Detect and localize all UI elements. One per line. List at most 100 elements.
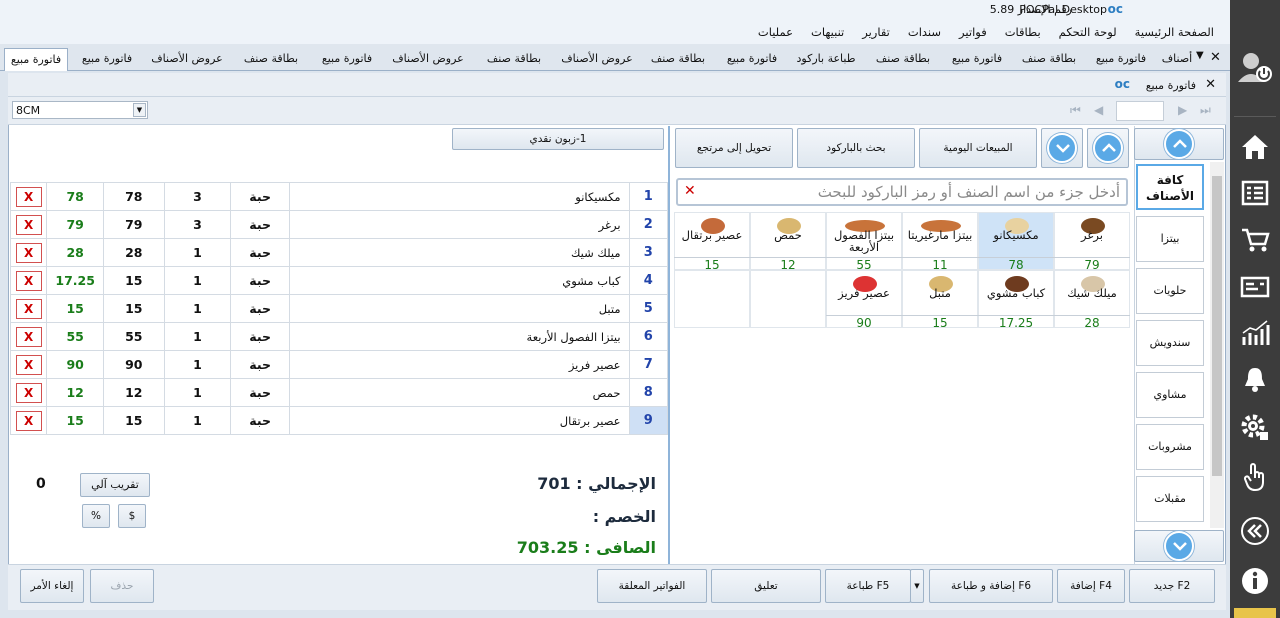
delete-cell[interactable]: X xyxy=(9,182,48,211)
delete-line-icon[interactable]: X xyxy=(15,410,42,431)
delete-line-icon[interactable]: X xyxy=(15,186,42,207)
invoice-line-row[interactable]: X 12 12 1 حبة حمص 8 xyxy=(9,378,669,407)
delete-line-icon[interactable]: X xyxy=(15,382,42,403)
list-icon[interactable] xyxy=(1230,170,1280,216)
invoice-line-row[interactable]: X 28 28 1 حبة ميلك شيك 3 xyxy=(9,238,669,267)
menu-operations[interactable]: عمليات xyxy=(758,25,793,39)
settings-icon[interactable] xyxy=(1230,404,1280,450)
scroll-down-button[interactable] xyxy=(1041,128,1083,168)
percent-button[interactable]: % xyxy=(82,504,110,528)
category-button[interactable]: مشاوي xyxy=(1136,372,1204,418)
invoice-line-row[interactable]: X 55 55 1 حبة بيتزا الفصول الأربعة 6 xyxy=(9,322,669,351)
delete-cell[interactable]: X xyxy=(9,238,48,267)
menu-dashboard[interactable]: لوحة التحكم xyxy=(1059,25,1117,39)
invoice-line-row[interactable]: X 17.25 15 1 حبة كباب مشوي 4 xyxy=(9,266,669,295)
product-tile[interactable]: ميلك شيك 28 xyxy=(1054,270,1130,330)
printer-size-select[interactable]: 8CM ▼ xyxy=(12,101,148,119)
product-tile[interactable]: مكسيكانو 78 xyxy=(978,212,1054,272)
delete-cell[interactable]: X xyxy=(9,210,48,239)
tab[interactable]: فاتورة مبيع xyxy=(1088,48,1154,71)
category-down-button[interactable] xyxy=(1134,530,1224,562)
tab-active[interactable]: فاتورة مبيع xyxy=(4,48,68,71)
menu-alerts[interactable]: تنبيهات xyxy=(811,25,844,39)
scroll-up-button[interactable] xyxy=(1087,128,1129,168)
tab[interactable]: بطاقة صنف xyxy=(476,48,552,71)
close-tabs-icon[interactable]: ✕ xyxy=(1210,50,1221,65)
add-button[interactable]: إضافة F4 xyxy=(1057,569,1125,603)
product-tile[interactable]: متبل 15 xyxy=(902,270,978,330)
record-number-input[interactable] xyxy=(1116,101,1164,121)
print-options-dropdown[interactable]: ▼ xyxy=(910,569,924,603)
menu-home[interactable]: الصفحة الرئيسية xyxy=(1135,25,1214,39)
hold-button[interactable]: تعليق xyxy=(711,569,821,603)
collapse-sidebar-icon[interactable] xyxy=(1230,508,1280,554)
chart-icon[interactable] xyxy=(1230,310,1280,356)
menu-cards[interactable]: بطاقات xyxy=(1005,25,1041,39)
tab[interactable]: فاتورة مبيع xyxy=(72,48,142,71)
next-record-icon[interactable]: ▶ xyxy=(1178,103,1187,117)
add-and-print-button[interactable]: إضافة و طباعة F6 xyxy=(929,569,1053,603)
product-tile[interactable]: بيتزا مارغيريتا 11 xyxy=(902,212,978,272)
delete-cell[interactable]: X xyxy=(9,378,48,407)
invoice-line-row[interactable]: X 79 79 3 حبة برغر 2 xyxy=(9,210,669,239)
tab[interactable]: بطاقة صنف xyxy=(866,48,940,71)
tab[interactable]: بطاقة صنف xyxy=(1014,48,1084,71)
tab[interactable]: عروض الأصناف xyxy=(146,48,228,71)
tab[interactable]: طباعة باركود xyxy=(790,48,862,71)
prev-record-icon[interactable]: ◀ xyxy=(1094,103,1103,117)
touch-icon[interactable] xyxy=(1230,454,1280,500)
delete-line-icon[interactable]: X xyxy=(15,214,42,235)
category-button[interactable]: بيتزا xyxy=(1136,216,1204,262)
auto-round-button[interactable]: تقريب آلي xyxy=(80,473,150,497)
bell-icon[interactable] xyxy=(1230,356,1280,402)
delete-line-icon[interactable]: X xyxy=(15,270,42,291)
barcode-search-button[interactable]: بحث بالباركود xyxy=(797,128,915,168)
invoice-line-row[interactable]: X 90 90 1 حبة عصير فريز 7 xyxy=(9,350,669,379)
tab[interactable]: بطاقة صنف xyxy=(232,48,310,71)
delete-cell[interactable]: X xyxy=(9,294,48,323)
product-tile[interactable]: برغر 79 xyxy=(1054,212,1130,272)
delete-line-icon[interactable]: X xyxy=(15,326,42,347)
clear-search-icon[interactable]: ✕ xyxy=(684,183,696,199)
delete-cell[interactable]: X xyxy=(9,266,48,295)
product-tile[interactable]: عصير برتقال 15 xyxy=(674,212,750,272)
daily-sales-button[interactable]: المبيعات اليومية xyxy=(919,128,1037,168)
chevron-down-icon[interactable]: ▼ xyxy=(133,103,146,117)
tab[interactable]: عروض الأصناف xyxy=(384,48,472,71)
invoice-line-row[interactable]: X 15 15 1 حبة متبل 5 xyxy=(9,294,669,323)
delete-cell[interactable]: X xyxy=(9,350,48,379)
delete-line-icon[interactable]: X xyxy=(15,354,42,375)
suspended-invoices-button[interactable]: الفواتير المعلقة xyxy=(597,569,707,603)
product-tile[interactable]: بيتزا الفصول الأربعة 55 xyxy=(826,212,902,272)
invoice-icon[interactable] xyxy=(1230,264,1280,310)
delete-cell[interactable]: X xyxy=(9,406,48,435)
category-button[interactable]: مشروبات xyxy=(1136,424,1204,470)
tab[interactable]: فاتورة مبيع xyxy=(314,48,380,71)
tab[interactable]: عروض الأصناف xyxy=(556,48,638,71)
product-tile[interactable]: حمص 12 xyxy=(750,212,826,272)
first-record-icon[interactable]: ⏮ xyxy=(1070,103,1081,118)
user-icon[interactable] xyxy=(1230,44,1280,90)
delete-button[interactable]: حذف xyxy=(90,569,154,603)
search-input[interactable]: أدخل جزء من اسم الصنف أو رمز الباركود لل… xyxy=(818,183,1120,201)
tab[interactable]: بطاقة صنف xyxy=(642,48,714,71)
product-tile[interactable]: عصير فريز 90 xyxy=(826,270,902,330)
convert-to-return-button[interactable]: تحويل إلى مرتجع xyxy=(675,128,793,168)
delete-cell[interactable]: X xyxy=(9,322,48,351)
category-up-button[interactable] xyxy=(1134,128,1224,160)
close-doc-icon[interactable]: ✕ xyxy=(1205,77,1216,92)
dollar-button[interactable]: $ xyxy=(118,504,146,528)
menu-invoices[interactable]: فواتير xyxy=(959,25,987,39)
category-button[interactable]: مقبلات xyxy=(1136,476,1204,522)
customer-field[interactable]: 1-زبون نقدي xyxy=(452,128,664,150)
delete-line-icon[interactable]: X xyxy=(15,298,42,319)
tab-list-dropdown-icon[interactable]: ▼ xyxy=(1196,50,1204,61)
tab[interactable]: فاتورة مبيع xyxy=(944,48,1010,71)
product-search-box[interactable]: ✕ أدخل جزء من اسم الصنف أو رمز الباركود … xyxy=(676,178,1128,206)
category-button[interactable]: حلويات xyxy=(1136,268,1204,314)
tab[interactable]: أصناف xyxy=(1158,48,1196,71)
tab[interactable]: فاتورة مبيع xyxy=(718,48,786,71)
info-icon[interactable] xyxy=(1230,558,1280,604)
menu-reports[interactable]: تقارير xyxy=(862,25,890,39)
print-button[interactable]: طباعة F5 xyxy=(825,569,911,603)
